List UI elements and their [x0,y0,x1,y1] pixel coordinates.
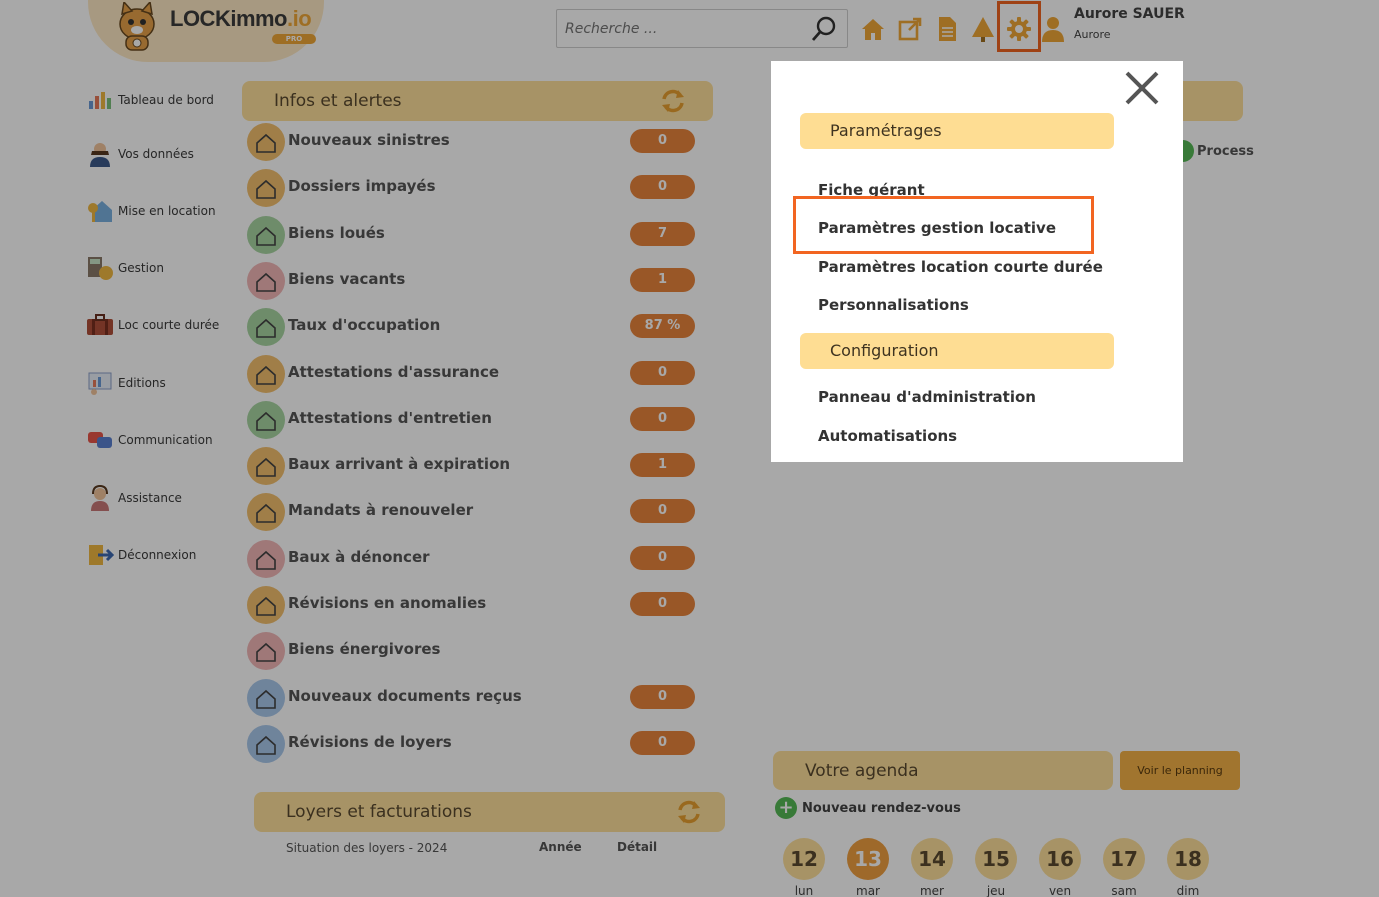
menu-item-parametres-location-courte-duree[interactable]: Paramètres location courte durée [818,258,1103,276]
section-configuration: Configuration [800,333,1114,369]
section-title: Paramétrages [830,121,942,140]
menu-item-personnalisations[interactable]: Personnalisations [818,296,969,314]
section-parametrages: Paramétrages [800,113,1114,149]
close-icon[interactable] [1123,69,1161,107]
section-title: Configuration [830,341,939,360]
menu-item-parametres-gestion-locative[interactable]: Paramètres gestion locative [818,219,1056,237]
menu-item-automatisations[interactable]: Automatisations [818,427,957,445]
menu-item-panneau-administration[interactable]: Panneau d'administration [818,388,1036,406]
settings-modal: Paramétrages Fiche gérant Paramètres ges… [771,61,1183,462]
